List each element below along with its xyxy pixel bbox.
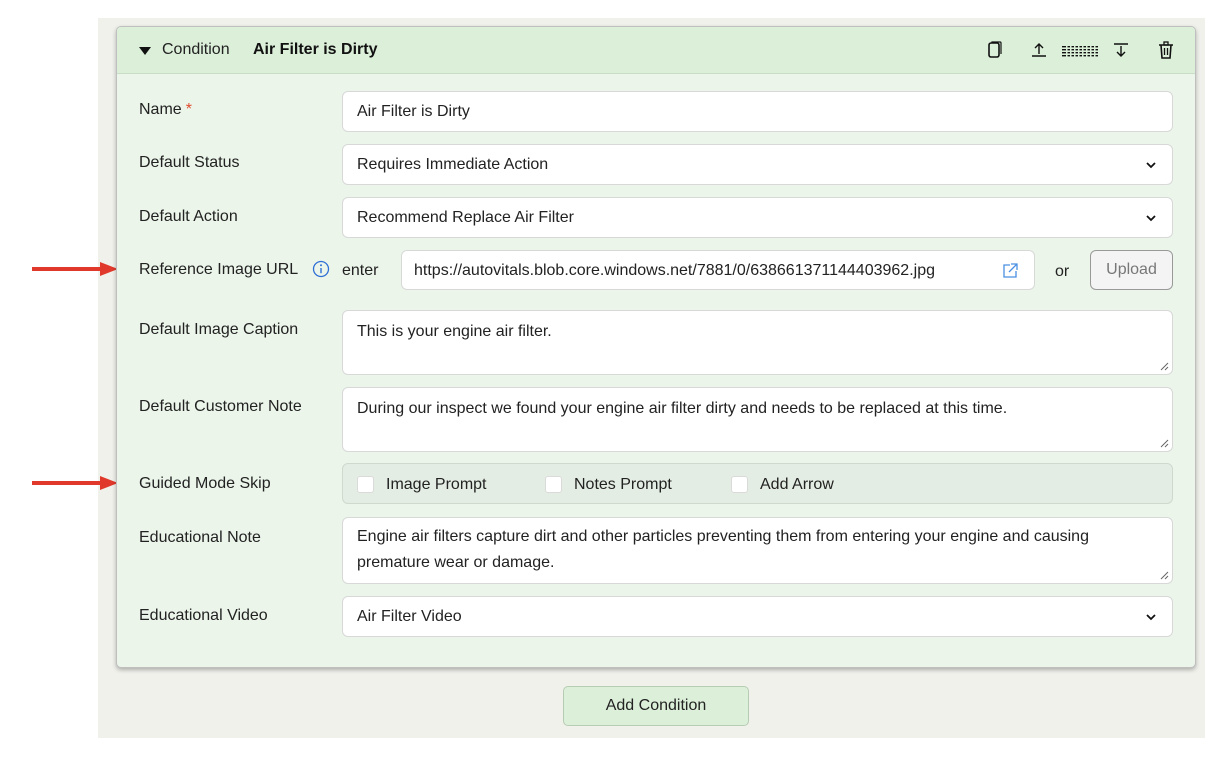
notes-prompt-checkbox[interactable] bbox=[545, 476, 562, 493]
educational-note-value: Engine air filters capture dirt and othe… bbox=[357, 528, 1089, 571]
image-prompt-checkbox[interactable] bbox=[357, 476, 374, 493]
annotation-arrow-guided-mode bbox=[32, 476, 118, 490]
info-icon[interactable] bbox=[312, 260, 330, 278]
default-image-caption-textarea[interactable]: This is your engine air filter. bbox=[342, 310, 1173, 375]
image-prompt-label[interactable]: Image Prompt bbox=[386, 476, 486, 494]
educational-note-textarea[interactable]: Engine air filters capture dirt and othe… bbox=[342, 517, 1173, 584]
section-label: Condition bbox=[162, 41, 230, 58]
name-label: Name * bbox=[139, 101, 192, 118]
condition-title: Air Filter is Dirty bbox=[253, 41, 378, 58]
default-action-value: Recommend Replace Air Filter bbox=[357, 209, 574, 226]
resize-grip-icon[interactable] bbox=[1159, 361, 1169, 371]
guided-mode-skip-label: Guided Mode Skip bbox=[139, 475, 271, 492]
educational-video-label: Educational Video bbox=[139, 607, 268, 624]
annotation-arrow-reference-image bbox=[32, 262, 118, 276]
condition-card: Condition Air Filter is Dirty Name * Air… bbox=[116, 26, 1196, 668]
name-input[interactable]: Air Filter is Dirty bbox=[342, 91, 1173, 132]
default-status-label: Default Status bbox=[139, 154, 240, 171]
enter-label: enter bbox=[342, 262, 379, 279]
default-action-select[interactable]: Recommend Replace Air Filter bbox=[342, 197, 1173, 238]
reference-image-url-input[interactable]: https://autovitals.blob.core.windows.net… bbox=[401, 250, 1035, 290]
chevron-down-icon bbox=[1146, 215, 1156, 222]
reference-image-label: Reference Image URL bbox=[139, 261, 299, 278]
default-image-caption-label: Default Image Caption bbox=[139, 321, 299, 338]
default-status-value: Requires Immediate Action bbox=[357, 156, 549, 173]
name-input-value: Air Filter is Dirty bbox=[357, 103, 470, 120]
add-condition-button[interactable]: Add Condition bbox=[563, 686, 749, 726]
default-customer-note-value: During our inspect we found your engine … bbox=[357, 400, 1008, 417]
default-status-select[interactable]: Requires Immediate Action bbox=[342, 144, 1173, 185]
default-action-label: Default Action bbox=[139, 208, 238, 225]
resize-grip-icon[interactable] bbox=[1159, 438, 1169, 448]
add-arrow-label[interactable]: Add Arrow bbox=[760, 476, 834, 494]
or-label: or bbox=[1055, 263, 1070, 280]
condition-header[interactable]: Condition Air Filter is Dirty bbox=[117, 27, 1195, 74]
chevron-down-icon bbox=[1146, 162, 1156, 169]
trash-icon[interactable] bbox=[1155, 39, 1177, 61]
resize-grip-icon[interactable] bbox=[1159, 570, 1169, 580]
reference-image-url-value: https://autovitals.blob.core.windows.net… bbox=[414, 262, 935, 279]
educational-note-label: Educational Note bbox=[139, 529, 261, 546]
add-arrow-checkbox[interactable] bbox=[731, 476, 748, 493]
upload-button[interactable]: Upload bbox=[1090, 250, 1173, 290]
move-down-icon[interactable] bbox=[1110, 39, 1132, 61]
default-customer-note-label: Default Customer Note bbox=[139, 398, 302, 415]
collapse-caret-icon[interactable] bbox=[139, 47, 151, 55]
educational-video-value: Air Filter Video bbox=[357, 608, 462, 625]
drag-handle-icon[interactable] bbox=[1060, 39, 1100, 61]
chevron-down-icon bbox=[1146, 614, 1156, 621]
educational-video-select[interactable]: Air Filter Video bbox=[342, 596, 1173, 637]
guided-mode-skip-group: Image Prompt Notes Prompt Add Arrow bbox=[342, 463, 1173, 504]
required-marker: * bbox=[185, 101, 192, 118]
notes-prompt-label[interactable]: Notes Prompt bbox=[574, 476, 672, 494]
copy-icon[interactable] bbox=[983, 39, 1005, 61]
move-up-icon[interactable] bbox=[1028, 39, 1050, 61]
default-customer-note-textarea[interactable]: During our inspect we found your engine … bbox=[342, 387, 1173, 452]
external-link-icon[interactable] bbox=[1000, 261, 1020, 281]
default-image-caption-value: This is your engine air filter. bbox=[357, 323, 552, 340]
